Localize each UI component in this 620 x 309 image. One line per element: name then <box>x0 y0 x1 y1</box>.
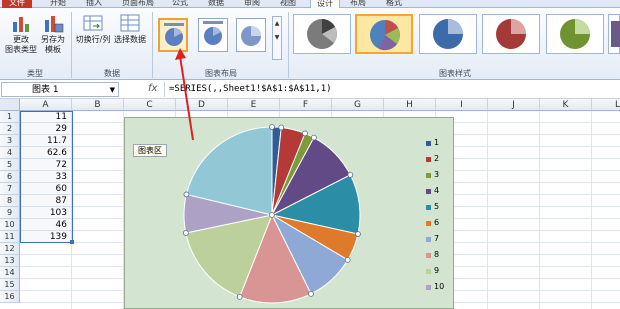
pie-chart[interactable] <box>0 0 620 309</box>
legend-label: 7 <box>434 234 440 243</box>
legend-item[interactable]: 5 <box>426 202 454 212</box>
slice-selection-handle[interactable] <box>302 130 308 137</box>
slice-selection-handle[interactable] <box>308 290 314 297</box>
slice-selection-handle[interactable] <box>355 231 361 237</box>
slice-selection-handle[interactable] <box>269 124 275 130</box>
legend-swatch <box>426 221 431 226</box>
legend-item[interactable]: 3 <box>426 170 454 180</box>
slice-selection-handle[interactable] <box>182 230 189 236</box>
legend-label: 3 <box>434 170 440 179</box>
legend-label: 9 <box>434 266 440 275</box>
slice-selection-handle[interactable] <box>183 191 190 198</box>
legend-label: 10 <box>434 282 445 291</box>
slice-selection-handle[interactable] <box>347 171 354 178</box>
legend-item[interactable]: 2 <box>426 154 454 164</box>
legend-swatch <box>426 141 431 146</box>
legend-item[interactable]: 6 <box>426 218 454 228</box>
center-selection-handle[interactable] <box>269 212 275 218</box>
legend-swatch <box>426 205 431 210</box>
legend-swatch <box>426 285 431 290</box>
slice-selection-handle[interactable] <box>278 124 285 131</box>
legend-item[interactable]: 9 <box>426 266 454 276</box>
legend-swatch <box>426 269 431 274</box>
legend-swatch <box>426 237 431 242</box>
slice-selection-handle[interactable] <box>344 256 351 263</box>
legend-label: 4 <box>434 186 440 195</box>
legend-label: 2 <box>434 154 440 163</box>
legend-item[interactable]: 4 <box>426 186 454 196</box>
chart-area-tooltip: 图表区 <box>133 144 167 157</box>
legend-swatch <box>426 173 431 178</box>
legend-label: 5 <box>434 202 440 211</box>
legend-label: 1 <box>434 138 440 147</box>
slice-selection-handle[interactable] <box>236 293 243 300</box>
excel-window: 文件 开始 插入 页面布局 公式 数据 审阅 视图 设计 布局 格式 更改 图表… <box>0 0 620 309</box>
legend-swatch <box>426 189 431 194</box>
legend-item[interactable]: 7 <box>426 234 454 244</box>
legend-item[interactable]: 8 <box>426 250 454 260</box>
legend-item[interactable]: 1 <box>426 138 454 148</box>
slice-selection-handle[interactable] <box>311 134 317 141</box>
legend-swatch <box>426 157 431 162</box>
legend-label: 8 <box>434 250 440 259</box>
legend-item[interactable]: 10 <box>426 282 454 292</box>
legend-swatch <box>426 253 431 258</box>
legend-label: 6 <box>434 218 440 227</box>
